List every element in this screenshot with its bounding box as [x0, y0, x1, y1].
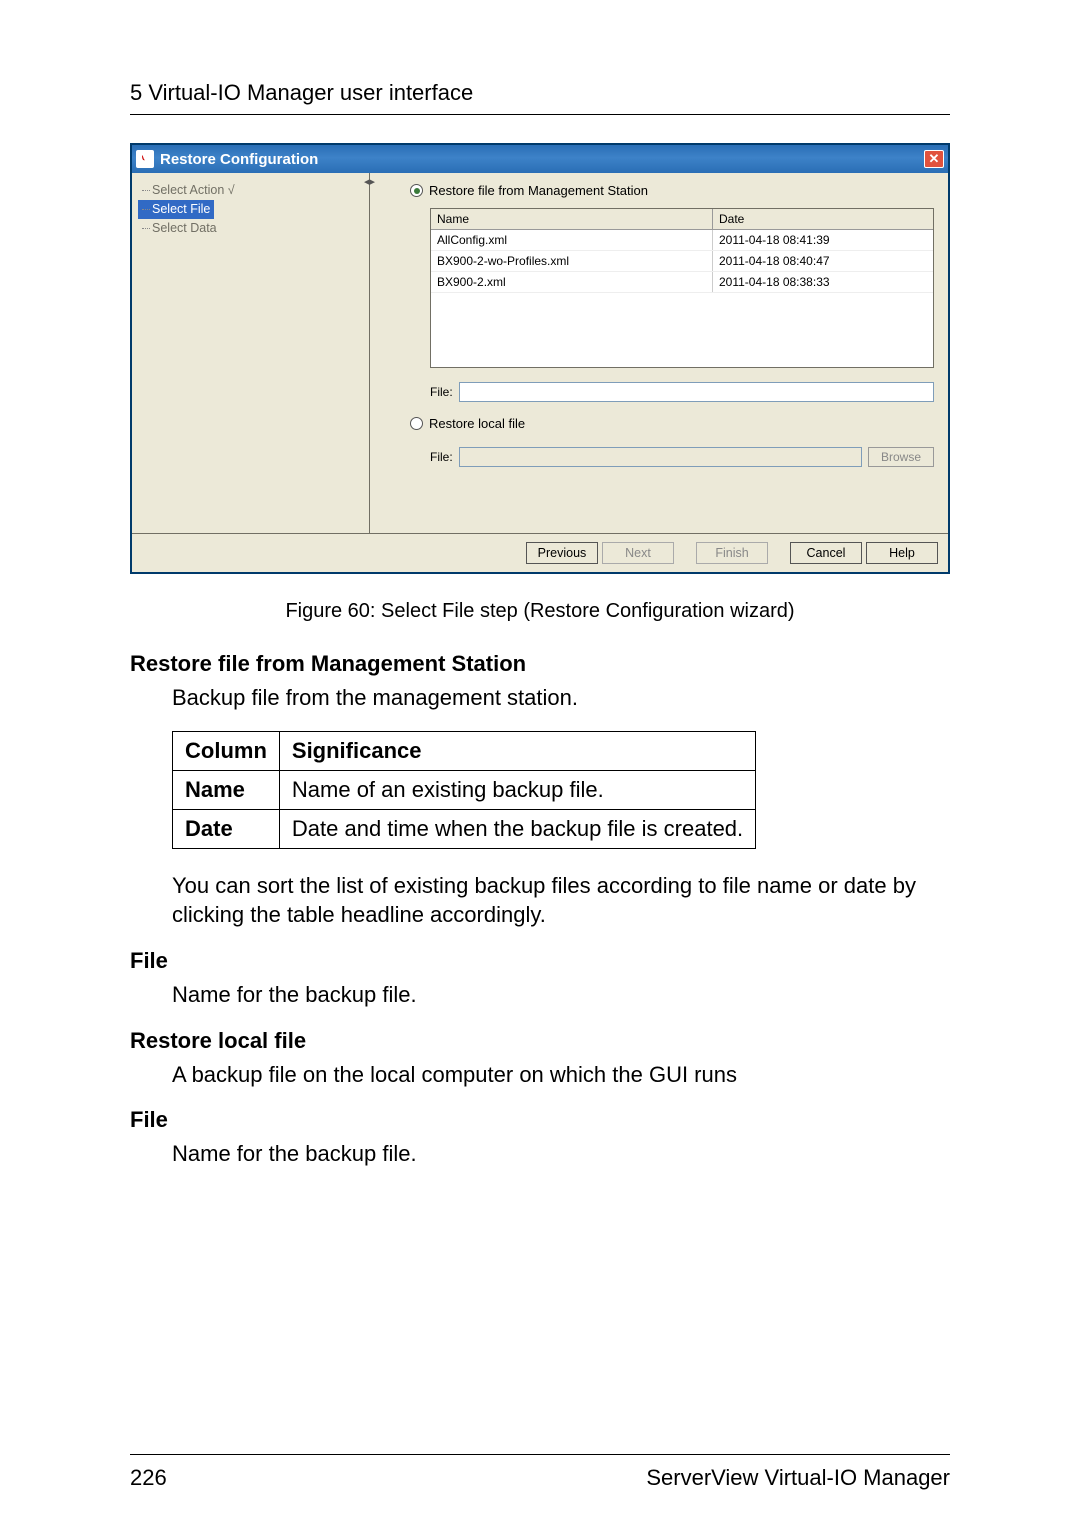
radio-icon	[410, 184, 423, 197]
titlebar: Restore Configuration ✕	[132, 145, 948, 173]
sect-restore-local: Restore local file	[130, 1028, 950, 1054]
restore-wizard-window: Restore Configuration ✕ ◂▸ Select Action…	[130, 143, 950, 574]
file-label-1: File:	[430, 385, 453, 399]
sig-r1c1: Name	[173, 770, 280, 809]
finish-button: Finish	[696, 542, 768, 564]
next-button: Next	[602, 542, 674, 564]
sect1-body: Backup file from the management station.	[172, 683, 950, 713]
file1-body: Name for the backup file.	[172, 980, 950, 1010]
radio-icon	[410, 417, 423, 430]
backup-file-table[interactable]: Name Date AllConfig.xml 2011-04-18 08:41…	[430, 208, 934, 368]
col-header-date[interactable]: Date	[713, 209, 933, 229]
sort-note: You can sort the list of existing backup…	[172, 871, 950, 930]
sect2-body: A backup file on the local computer on w…	[172, 1060, 950, 1090]
radio-restore-local[interactable]: Restore local file	[410, 416, 934, 431]
sig-h2: Significance	[279, 731, 755, 770]
sect-restore-station: Restore file from Management Station	[130, 651, 950, 677]
page-section-header: 5 Virtual-IO Manager user interface	[130, 80, 950, 106]
wizard-footer: Previous Next Finish Cancel Help	[132, 533, 948, 572]
table-header[interactable]: Name Date	[431, 209, 933, 230]
table-row[interactable]: BX900-2-wo-Profiles.xml 2011-04-18 08:40…	[431, 251, 933, 272]
window-title: Restore Configuration	[160, 151, 318, 168]
sig-r2c2: Date and time when the backup file is cr…	[279, 809, 755, 848]
close-button[interactable]: ✕	[924, 150, 944, 168]
wizard-tree-panel: ◂▸ Select Action Select File Select Data	[132, 173, 370, 533]
page-number: 226	[130, 1465, 167, 1491]
tree-select-action[interactable]: Select Action	[138, 181, 363, 200]
tree-select-file[interactable]: Select File	[138, 200, 214, 219]
splitter-handle[interactable]: ◂▸	[364, 175, 375, 188]
figure-caption: Figure 60: Select File step (Restore Con…	[130, 600, 950, 623]
cancel-button[interactable]: Cancel	[790, 542, 862, 564]
product-name: ServerView Virtual-IO Manager	[646, 1465, 950, 1491]
table-row[interactable]: AllConfig.xml 2011-04-18 08:41:39	[431, 230, 933, 251]
radio-restore-from-station[interactable]: Restore file from Management Station	[410, 183, 934, 198]
sig-r1c2: Name of an existing backup file.	[279, 770, 755, 809]
header-rule	[130, 114, 950, 115]
previous-button[interactable]: Previous	[526, 542, 598, 564]
sig-h1: Column	[173, 731, 280, 770]
tree-select-data[interactable]: Select Data	[138, 219, 363, 238]
file2-body: Name for the backup file.	[172, 1139, 950, 1169]
java-icon	[136, 150, 154, 168]
file-input-station[interactable]	[459, 382, 934, 402]
file1-title: File	[130, 948, 950, 974]
browse-button: Browse	[868, 447, 934, 467]
col-header-name[interactable]: Name	[431, 209, 713, 229]
sig-r2c1: Date	[173, 809, 280, 848]
wizard-content-panel: Restore file from Management Station Nam…	[370, 173, 948, 533]
file2-title: File	[130, 1107, 950, 1133]
significance-table: Column Significance Name Name of an exis…	[172, 731, 756, 849]
footer-rule	[130, 1454, 950, 1455]
file-input-local	[459, 447, 862, 467]
file-label-2: File:	[430, 450, 453, 464]
help-button[interactable]: Help	[866, 542, 938, 564]
table-row[interactable]: BX900-2.xml 2011-04-18 08:38:33	[431, 272, 933, 293]
radio1-label: Restore file from Management Station	[429, 183, 648, 198]
radio2-label: Restore local file	[429, 416, 525, 431]
